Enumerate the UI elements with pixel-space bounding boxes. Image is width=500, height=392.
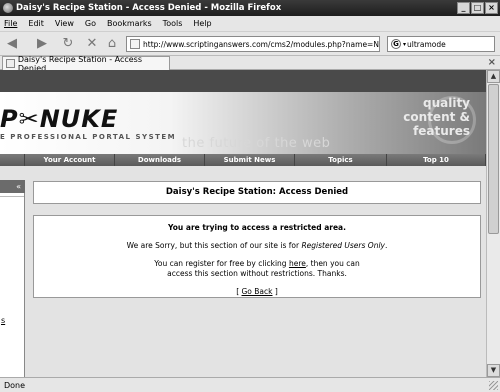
vertical-scrollbar[interactable]: ▲ ▼ — [486, 70, 500, 377]
corner-text-line: features — [413, 124, 470, 138]
registered-users-notice: We are Sorry, but this section of our si… — [126, 241, 388, 250]
scroll-down-icon[interactable]: ▼ — [487, 364, 500, 377]
access-denied-message: You are trying to access a restricted ar… — [33, 215, 481, 298]
restricted-notice: You are trying to access a restricted ar… — [168, 223, 346, 232]
search-engine-icon[interactable]: G — [391, 39, 401, 49]
search-bar[interactable]: G ▾ — [387, 36, 495, 52]
menu-file[interactable]: File — [4, 19, 17, 28]
scrollbar-thumb[interactable] — [488, 84, 499, 234]
site-nav: Your Account Downloads Submit News Topic… — [0, 154, 486, 166]
menu-bookmarks[interactable]: Bookmarks — [107, 19, 152, 28]
corner-text-line: quality — [422, 96, 470, 110]
go-back-link[interactable]: Go Back — [242, 287, 273, 296]
window-controls: _ □ × — [457, 2, 498, 14]
menu-tools[interactable]: Tools — [163, 19, 183, 28]
register-here-link[interactable]: here — [289, 259, 306, 268]
corner-text-line: content & — [403, 110, 470, 124]
left-sidebar — [0, 180, 25, 377]
menu-edit[interactable]: Edit — [28, 19, 44, 28]
search-input[interactable] — [407, 39, 488, 49]
page-title-box: Daisy's Recipe Station: Access Denied — [33, 181, 481, 204]
site-nav-your-account[interactable]: Your Account — [25, 154, 115, 166]
status-text: Done — [4, 380, 26, 390]
menu-help[interactable]: Help — [193, 19, 211, 28]
home-icon[interactable]: ⌂ — [104, 36, 120, 52]
tab-access-denied[interactable]: Daisy's Recipe Station - Access Denied — [2, 55, 170, 73]
back-arrow-icon[interactable]: ◀ — [4, 36, 20, 52]
maximize-button[interactable]: □ — [471, 2, 484, 14]
menu-view[interactable]: View — [55, 19, 74, 28]
navigation-toolbar: ◀ ▶ ↻ ✕ ⌂ G ▾ — [0, 32, 500, 56]
minimize-button[interactable]: _ — [457, 2, 470, 14]
page-icon — [6, 59, 15, 68]
site-logo-subtitle: E PROFESSIONAL PORTAL SYSTEM — [0, 133, 177, 141]
register-notice: You can register for free by clicking he… — [154, 259, 360, 278]
menu-bar: File Edit View Go Bookmarks Tools Help — [0, 16, 500, 32]
site-tagline: the future of the web — [182, 136, 331, 151]
page-title: Daisy's Recipe Station: Access Denied — [165, 187, 349, 197]
sidebar-divider — [0, 196, 24, 197]
site-nav-downloads[interactable]: Downloads — [115, 154, 205, 166]
window-title: Daisy's Recipe Station - Access Denied -… — [16, 3, 282, 13]
tab-bar: Daisy's Recipe Station - Access Denied × — [0, 55, 500, 73]
window-titlebar: Daisy's Recipe Station - Access Denied -… — [0, 0, 500, 16]
close-tab-button[interactable]: × — [488, 57, 496, 68]
chevron-down-icon[interactable]: ▾ — [403, 41, 406, 48]
site-nav-submit-news[interactable]: Submit News — [205, 154, 295, 166]
scroll-up-icon[interactable]: ▲ — [487, 70, 500, 83]
status-bar: Done — [0, 377, 500, 392]
address-bar[interactable] — [126, 36, 380, 52]
site-nav-home[interactable] — [0, 154, 25, 166]
sidebar-collapse-button[interactable]: « — [0, 180, 25, 193]
page-content: P✂NUKE E PROFESSIONAL PORTAL SYSTEM the … — [0, 70, 486, 377]
reload-icon[interactable]: ↻ — [60, 36, 76, 52]
menu-go[interactable]: Go — [85, 19, 96, 28]
banner-top-strip — [0, 70, 486, 92]
page-body: « s Daisy's Recipe Station: Access Denie… — [0, 166, 486, 377]
stop-icon[interactable]: ✕ — [84, 36, 100, 52]
url-input[interactable] — [143, 39, 379, 49]
firefox-icon — [3, 3, 13, 13]
site-nav-top-10[interactable]: Top 10 — [387, 154, 486, 166]
go-back-row: [ Go Back ] — [236, 287, 278, 296]
banner-corner-text: quality content & features — [390, 96, 470, 138]
page-icon — [130, 39, 140, 49]
site-banner: P✂NUKE E PROFESSIONAL PORTAL SYSTEM the … — [0, 92, 486, 154]
resize-grip-icon[interactable] — [489, 381, 498, 390]
site-nav-topics[interactable]: Topics — [295, 154, 387, 166]
forward-arrow-icon[interactable]: ▶ — [34, 36, 50, 52]
site-logo[interactable]: P✂NUKE — [0, 105, 118, 133]
close-window-button[interactable]: × — [485, 2, 498, 14]
registered-users-emphasis: Registered Users Only — [301, 241, 385, 250]
sidebar-link[interactable]: s — [1, 316, 5, 325]
